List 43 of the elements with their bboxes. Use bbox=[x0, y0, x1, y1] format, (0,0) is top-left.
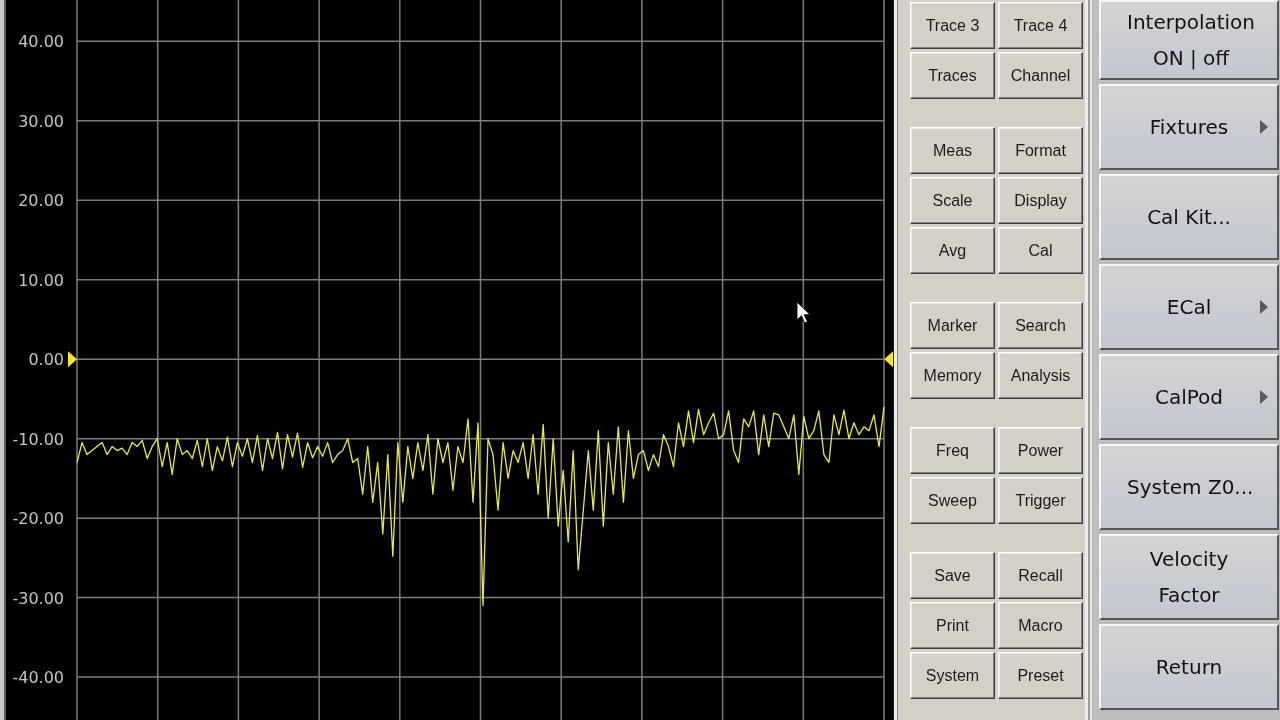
panel-button[interactable]: Channel bbox=[998, 52, 1083, 99]
panel-button[interactable]: Trigger bbox=[998, 477, 1083, 524]
panel-button[interactable]: Display bbox=[998, 177, 1083, 224]
softkey-button[interactable]: CalPod bbox=[1099, 354, 1279, 440]
panel-button[interactable]: Print bbox=[910, 602, 995, 649]
panel-button[interactable]: Format bbox=[998, 127, 1083, 174]
softkey-button[interactable]: Interpolation ON | off bbox=[1099, 0, 1279, 80]
y-axis-label: -10.00 bbox=[12, 429, 64, 449]
panel-button[interactable]: System bbox=[910, 652, 995, 699]
mouse-pointer-icon bbox=[796, 301, 811, 324]
panel-button[interactable]: Trace 4 bbox=[998, 2, 1083, 49]
softkey-button[interactable]: Return bbox=[1099, 624, 1279, 710]
panel-button[interactable]: Analysis bbox=[998, 352, 1083, 399]
panel-button[interactable]: Traces bbox=[910, 52, 995, 99]
softkey-button[interactable]: Fixtures bbox=[1099, 84, 1279, 170]
panel-button[interactable]: Recall bbox=[998, 552, 1083, 599]
softkey-button[interactable]: Velocity Factor bbox=[1099, 534, 1279, 620]
y-axis-label: -20.00 bbox=[12, 509, 64, 529]
panel-button[interactable]: Sweep bbox=[910, 477, 995, 524]
softkey-button[interactable]: ECal bbox=[1099, 264, 1279, 350]
y-axis-label: -40.00 bbox=[12, 668, 64, 688]
panel-button[interactable]: Meas bbox=[910, 127, 995, 174]
reference-marker-icon bbox=[68, 351, 77, 368]
y-axis-label: 10.00 bbox=[18, 270, 64, 290]
panel-button[interactable]: Avg bbox=[910, 227, 995, 274]
panel-button[interactable]: Scale bbox=[910, 177, 995, 224]
y-axis-label: 40.00 bbox=[18, 32, 64, 52]
panel-button[interactable]: Save bbox=[910, 552, 995, 599]
panel-button[interactable]: Cal bbox=[998, 227, 1083, 274]
panel-button[interactable]: Macro bbox=[998, 602, 1083, 649]
softkey-button[interactable]: System Z0... bbox=[1099, 444, 1279, 530]
y-axis-label: 0.00 bbox=[28, 350, 64, 370]
panel-button[interactable]: Marker bbox=[910, 302, 995, 349]
y-axis-label: 20.00 bbox=[18, 191, 64, 211]
panel-button[interactable]: Memory bbox=[910, 352, 995, 399]
panel-button[interactable]: Trace 3 bbox=[910, 2, 995, 49]
softkey-button[interactable]: Cal Kit... bbox=[1099, 174, 1279, 260]
y-axis-label: -30.00 bbox=[12, 588, 64, 608]
panel-button[interactable]: Preset bbox=[998, 652, 1083, 699]
y-axis-label: 30.00 bbox=[18, 111, 64, 131]
panel-button[interactable]: Search bbox=[998, 302, 1083, 349]
panel-button[interactable]: Power bbox=[998, 427, 1083, 474]
panel-button[interactable]: Freq bbox=[910, 427, 995, 474]
